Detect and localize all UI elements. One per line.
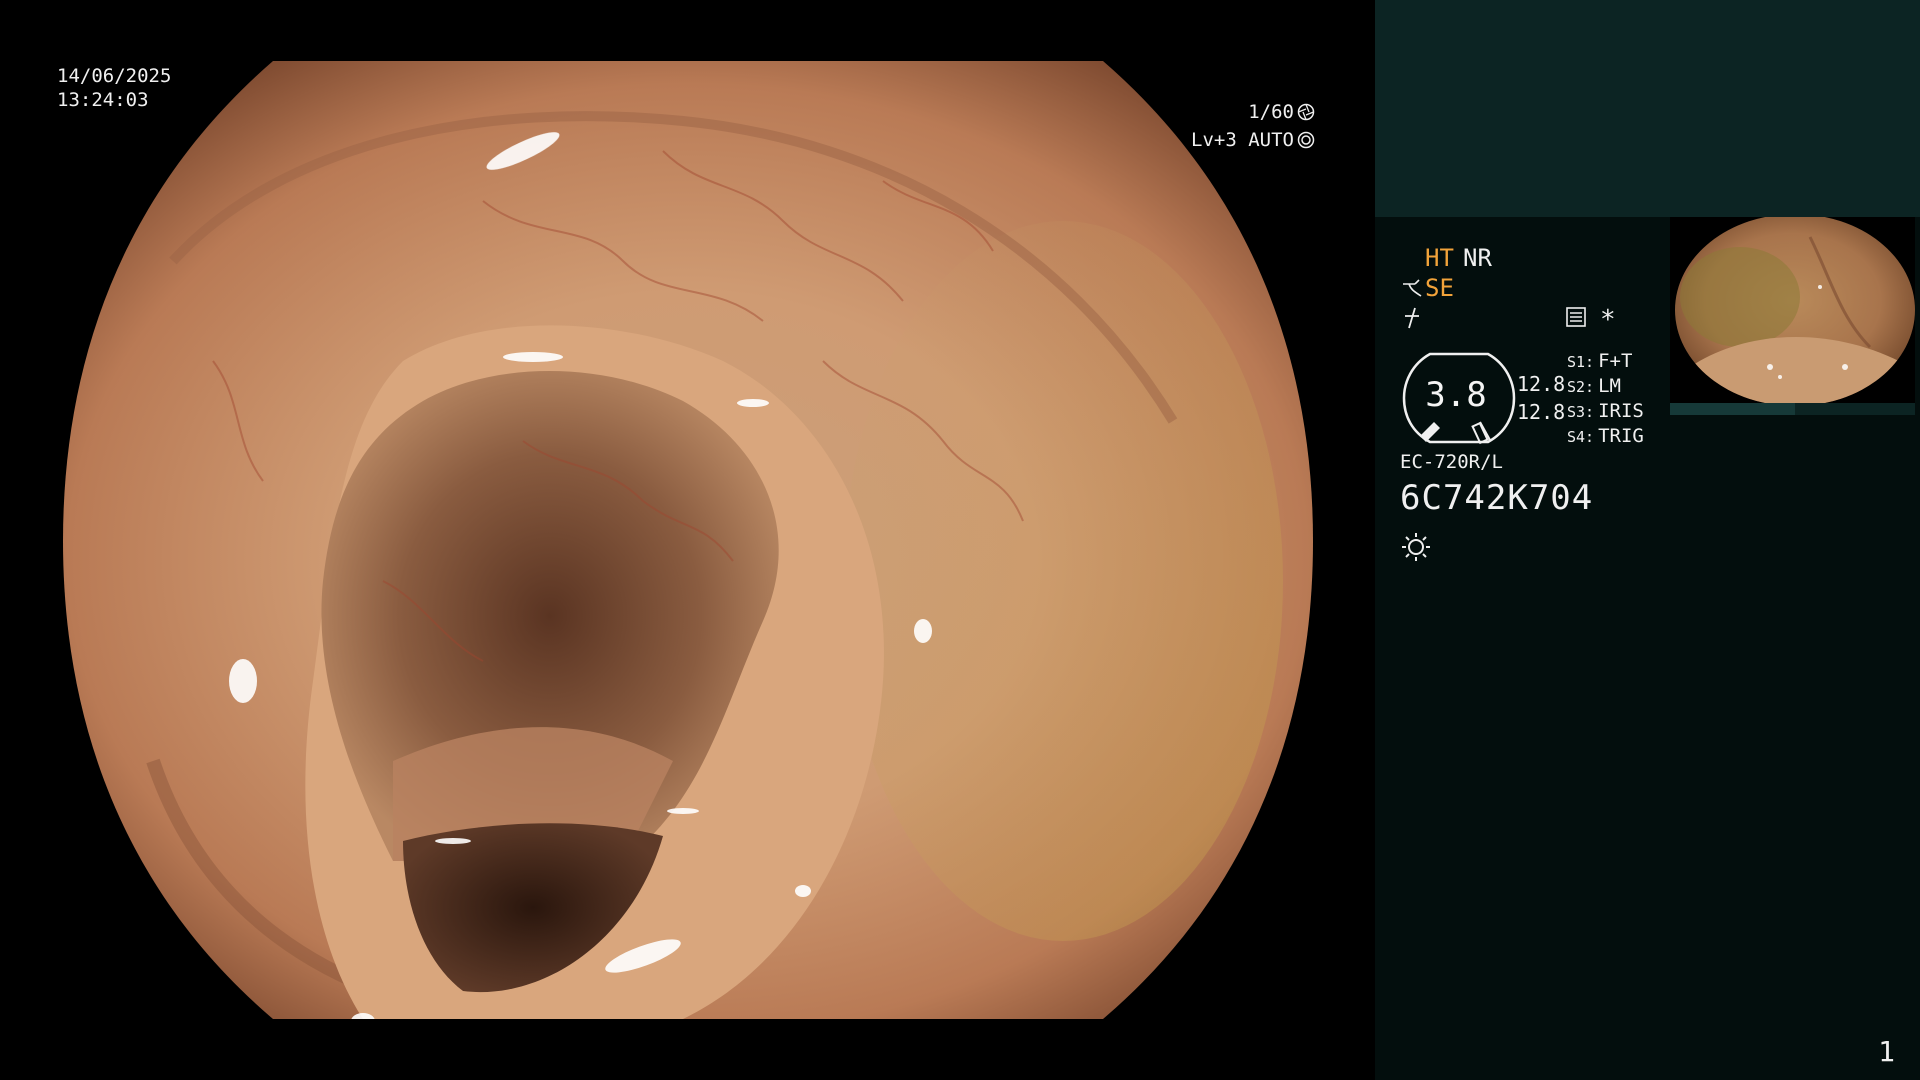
thumbnail-bar xyxy=(1670,403,1915,415)
switch-s3: S3: IRIS xyxy=(1567,399,1644,424)
memo-icon xyxy=(1566,307,1586,327)
switch-value: LM xyxy=(1598,375,1621,397)
level-value-b: 12.8 xyxy=(1517,400,1566,424)
switch-key: S1: xyxy=(1567,353,1595,371)
exposure-readout: Lv+3 AUTO xyxy=(1191,128,1315,152)
mode-se-label: SE xyxy=(1425,274,1454,302)
thumbnail-bar-fill xyxy=(1670,403,1795,415)
switch-s1: S1: F+T xyxy=(1567,349,1632,374)
scope-model: EC-720R/L xyxy=(1400,451,1503,473)
mode-nr-label: NR xyxy=(1463,244,1492,272)
switch-s2: S2: LM xyxy=(1567,374,1621,399)
panel-header-area xyxy=(1375,0,1920,217)
asterisk-mark: * xyxy=(1600,305,1616,335)
mode-ht-label: HT xyxy=(1425,244,1454,272)
shutter-readout: 1/60 xyxy=(1248,100,1315,124)
thumbnail-image xyxy=(1670,217,1915,403)
level-value-a: 12.8 xyxy=(1517,372,1566,396)
switch-value: IRIS xyxy=(1598,400,1644,422)
capture-thumbnail[interactable] xyxy=(1670,217,1915,403)
page-number: 1 xyxy=(1878,1035,1895,1068)
endoscopic-image xyxy=(63,61,1313,1019)
scope-serial: 6C742K704 xyxy=(1400,478,1594,518)
light-source-icon xyxy=(1402,533,1430,561)
date-readout: 14/06/2025 xyxy=(57,65,172,87)
structure-enhance-icon xyxy=(1403,279,1422,297)
switch-s4: S4: TRIG xyxy=(1567,424,1644,449)
time-readout: 13:24:03 xyxy=(57,89,149,111)
endoscope-view: 14/06/2025 13:24:03 1/60 Lv+3 AUTO xyxy=(0,0,1375,1080)
switch-key: S2: xyxy=(1567,378,1595,396)
aperture-icon xyxy=(1297,103,1315,121)
gauge-value: 3.8 xyxy=(1425,375,1487,415)
switch-value: TRIG xyxy=(1598,425,1644,447)
auto-exposure-icon xyxy=(1297,131,1315,149)
info-panel: HT NR SE * 3.8 12.8 12.8 S1: F+T S2: LM S3… xyxy=(1375,0,1920,1080)
switch-key: S4: xyxy=(1567,428,1595,446)
exposure-value: Lv+3 AUTO xyxy=(1191,129,1294,151)
shutter-value: 1/60 xyxy=(1248,101,1294,123)
switch-value: F+T xyxy=(1598,350,1633,372)
freeze-icon xyxy=(1405,307,1419,329)
switch-key: S3: xyxy=(1567,403,1595,421)
